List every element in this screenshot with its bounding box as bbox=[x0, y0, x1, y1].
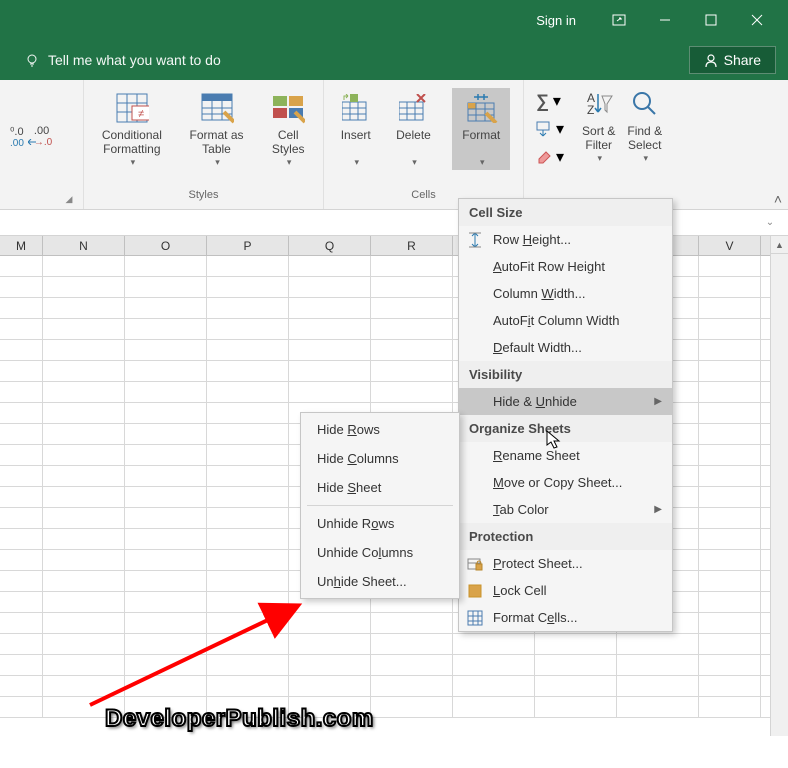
sort-filter-button[interactable]: AZ Sort & Filter▾ bbox=[578, 84, 619, 166]
signin-link[interactable]: Sign in bbox=[536, 13, 576, 28]
column-header[interactable]: O bbox=[125, 236, 207, 255]
column-header[interactable]: R bbox=[371, 236, 453, 255]
share-button[interactable]: Share bbox=[689, 46, 776, 74]
insert-cells-icon bbox=[342, 90, 370, 126]
cell-styles-button[interactable]: Cell Styles▾ bbox=[267, 88, 309, 170]
column-header[interactable]: P bbox=[207, 236, 289, 255]
increase-decimal-button[interactable]: .00→.0 bbox=[34, 125, 52, 148]
lock-cell-icon bbox=[467, 583, 483, 599]
window-titlebar: Sign in bbox=[0, 0, 788, 40]
lightbulb-icon bbox=[24, 52, 40, 68]
menu-section-visibility: Visibility bbox=[459, 361, 672, 388]
format-as-table-icon bbox=[200, 90, 234, 126]
formula-bar-expand-button[interactable]: ⌄ bbox=[760, 217, 780, 228]
conditional-formatting-button[interactable]: ≠ Conditional Formatting▾ bbox=[98, 88, 166, 170]
menu-item-protect-sheet[interactable]: Protect Sheet... bbox=[459, 550, 672, 577]
menu-item-lock-cell[interactable]: Lock Cell bbox=[459, 577, 672, 604]
menu-item-autofit-column-width[interactable]: AutoFit Column Width bbox=[459, 307, 672, 334]
eraser-icon bbox=[536, 149, 552, 165]
menu-item-default-width[interactable]: Default Width... bbox=[459, 334, 672, 361]
conditional-formatting-icon: ≠ bbox=[115, 90, 149, 126]
scroll-up-button[interactable]: ▲ bbox=[771, 236, 788, 254]
svg-text:Z: Z bbox=[587, 103, 594, 117]
menu-item-unhide-columns[interactable]: Unhide Columns bbox=[301, 538, 459, 567]
menu-item-move-copy-sheet[interactable]: Move or Copy Sheet... bbox=[459, 469, 672, 496]
collapse-ribbon-button[interactable]: ˄ bbox=[774, 191, 782, 207]
menu-item-format-cells[interactable]: Format Cells... bbox=[459, 604, 672, 631]
ribbon-display-options-button[interactable] bbox=[596, 0, 642, 40]
submenu-arrow-icon: ▶ bbox=[654, 504, 662, 515]
find-select-button[interactable]: Find & Select▾ bbox=[623, 84, 666, 166]
menu-item-unhide-rows[interactable]: Unhide Rows bbox=[301, 509, 459, 538]
menu-item-rename-sheet[interactable]: Rename Sheet bbox=[459, 442, 672, 469]
cell-styles-icon bbox=[271, 90, 305, 126]
format-cells-icon bbox=[467, 610, 483, 626]
column-header[interactable]: V bbox=[699, 236, 761, 255]
svg-text:≠: ≠ bbox=[138, 108, 144, 120]
menu-separator bbox=[307, 505, 453, 506]
grid-row[interactable] bbox=[0, 676, 788, 697]
sort-filter-icon: AZ bbox=[584, 86, 614, 122]
menu-section-cell-size: Cell Size bbox=[459, 199, 672, 226]
menu-section-organize-sheets: Organize Sheets bbox=[459, 415, 672, 442]
find-select-icon bbox=[631, 86, 659, 122]
clear-button[interactable]: ▾ bbox=[530, 144, 570, 170]
watermark-text: DeveloperPublish.com bbox=[105, 705, 374, 733]
delete-cells-icon bbox=[399, 90, 427, 126]
menu-item-tab-color[interactable]: Tab Color ▶ bbox=[459, 496, 672, 523]
row-height-icon bbox=[467, 232, 483, 248]
share-label: Share bbox=[724, 52, 761, 68]
grid-row[interactable] bbox=[0, 634, 788, 655]
tell-me-placeholder: Tell me what you want to do bbox=[48, 52, 221, 68]
menu-section-protection: Protection bbox=[459, 523, 672, 550]
menu-item-row-height[interactable]: Row Height... bbox=[459, 226, 672, 253]
ribbon-group-label-number: ◢ bbox=[6, 189, 77, 207]
ribbon-group-number: ⁰.0.00 .00→.0 ◢ bbox=[0, 80, 84, 209]
column-header[interactable]: M bbox=[0, 236, 43, 255]
fill-button[interactable]: ▾ bbox=[530, 116, 570, 142]
fill-down-icon bbox=[536, 121, 552, 137]
decrease-decimal-button[interactable]: ⁰.0.00 bbox=[10, 125, 24, 149]
delete-cells-button[interactable]: Delete▾ bbox=[392, 88, 435, 170]
menu-item-hide-unhide[interactable]: Hide & Unhide ▶ bbox=[459, 388, 672, 415]
close-button[interactable] bbox=[734, 0, 780, 40]
menu-item-hide-rows[interactable]: Hide Rows bbox=[301, 415, 459, 444]
column-header[interactable]: N bbox=[43, 236, 125, 255]
protect-sheet-icon bbox=[467, 556, 483, 572]
hide-unhide-submenu: Hide Rows Hide Columns Hide Sheet Unhide… bbox=[300, 412, 460, 599]
format-as-table-button[interactable]: Format as Table▾ bbox=[186, 88, 248, 170]
format-dropdown-menu: Cell Size Row Height... AutoFit Row Heig… bbox=[458, 198, 673, 632]
insert-cells-button[interactable]: Insert▾ bbox=[337, 88, 375, 170]
sigma-icon: ∑ bbox=[536, 91, 549, 112]
menu-item-autofit-row-height[interactable]: AutoFit Row Height bbox=[459, 253, 672, 280]
ribbon-group-cells: Insert▾ Delete▾ Format▾ Cells bbox=[324, 80, 524, 209]
number-dialog-launcher[interactable]: ◢ bbox=[63, 194, 75, 206]
maximize-button[interactable] bbox=[688, 0, 734, 40]
menu-item-hide-columns[interactable]: Hide Columns bbox=[301, 444, 459, 473]
tell-me-search[interactable]: Tell me what you want to do bbox=[24, 52, 221, 68]
ribbon-group-editing: ∑▾ ▾ ▾ AZ Sort & Filter▾ Find & Se bbox=[524, 80, 734, 209]
ribbon: ⁰.0.00 .00→.0 ◢ ≠ Conditional Formatting… bbox=[0, 80, 788, 210]
format-cells-button[interactable]: Format▾ bbox=[452, 88, 510, 170]
column-header[interactable]: Q bbox=[289, 236, 371, 255]
tab-row: Tell me what you want to do Share bbox=[0, 40, 788, 80]
ribbon-group-label-styles: Styles bbox=[90, 189, 317, 207]
format-icon bbox=[464, 90, 498, 126]
submenu-arrow-icon: ▶ bbox=[654, 396, 662, 407]
vertical-scrollbar[interactable]: ▲ bbox=[770, 236, 788, 736]
menu-item-unhide-sheet[interactable]: Unhide Sheet... bbox=[301, 567, 459, 596]
menu-item-hide-sheet[interactable]: Hide Sheet bbox=[301, 473, 459, 502]
autosum-button[interactable]: ∑▾ bbox=[530, 88, 570, 114]
grid-row[interactable] bbox=[0, 655, 788, 676]
minimize-button[interactable] bbox=[642, 0, 688, 40]
ribbon-group-styles: ≠ Conditional Formatting▾ Format as Tabl… bbox=[84, 80, 324, 209]
share-person-icon bbox=[704, 53, 718, 67]
menu-item-column-width[interactable]: Column Width... bbox=[459, 280, 672, 307]
